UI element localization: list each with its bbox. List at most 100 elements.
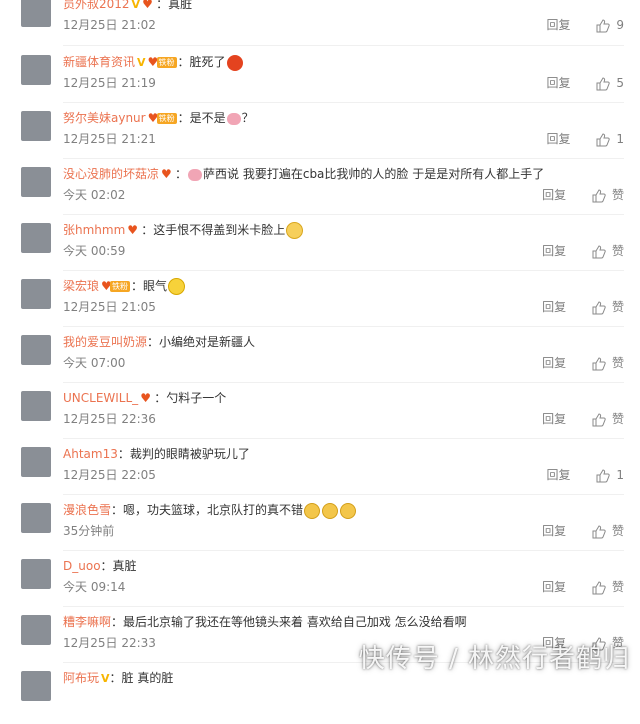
username-link[interactable]: 我的爱豆叫奶源 xyxy=(63,335,147,349)
divider xyxy=(63,45,624,46)
like-button[interactable]: 赞 xyxy=(592,186,624,204)
comment-item: 新疆体育资讯 V ♥ 铁粉 ：脏死了 12月25日 21:19 回复 5 xyxy=(0,52,640,108)
comment-line: D_uoo：真脏 xyxy=(63,556,137,576)
verified-badge: V xyxy=(131,0,141,11)
reply-button[interactable]: 回复 xyxy=(542,522,566,540)
avatar[interactable] xyxy=(21,391,51,421)
avatar[interactable] xyxy=(21,615,51,645)
timestamp: 12月25日 21:21 xyxy=(63,132,156,146)
reply-button[interactable]: 回复 xyxy=(542,186,566,204)
cry-laugh-emoji-icon xyxy=(322,502,339,519)
comment-text: ：真脏 xyxy=(100,559,137,573)
comment-item: 没心没肺的坏菇凉 ♥： 萨西说 我要打遍在cba比我帅的人的脸 于是是对所有人都上手… xyxy=(0,164,640,220)
like-button[interactable]: 赞 xyxy=(592,578,624,596)
avatar[interactable] xyxy=(21,167,51,197)
reply-button[interactable]: 回复 xyxy=(547,16,571,34)
username-link[interactable]: 努尔美妹aynur xyxy=(63,111,146,125)
smile-emoji-icon xyxy=(168,278,186,295)
comment-text-after: ？ xyxy=(241,111,254,125)
thumb-up-icon xyxy=(596,18,611,32)
avatar[interactable] xyxy=(21,671,51,701)
like-button[interactable]: 赞 xyxy=(592,242,624,260)
avatar[interactable] xyxy=(21,559,51,589)
timestamp: 12月25日 21:05 xyxy=(63,300,156,314)
like-label: 赞 xyxy=(611,188,624,202)
like-count: 1 xyxy=(616,468,624,482)
timestamp: 今天 02:02 xyxy=(63,188,126,202)
username-link[interactable]: D_uoo xyxy=(63,559,101,573)
reply-button[interactable]: 回复 xyxy=(547,74,571,92)
like-button[interactable]: 赞 xyxy=(592,298,624,316)
comment-text: ：这手恨不得盖到米卡脸上 xyxy=(141,223,286,237)
comment-text: ：是不是 xyxy=(177,111,226,125)
divider xyxy=(63,270,624,271)
like-button[interactable]: 1 xyxy=(596,466,624,484)
timestamp: 12月25日 21:02 xyxy=(63,18,156,32)
thumb-up-icon xyxy=(592,244,606,258)
like-button[interactable]: 5 xyxy=(596,74,624,92)
avatar[interactable] xyxy=(21,503,51,533)
thumb-up-icon xyxy=(596,76,611,90)
reply-button[interactable]: 回复 xyxy=(542,410,566,428)
timestamp: 12月25日 21:19 xyxy=(63,76,156,90)
avatar[interactable] xyxy=(21,0,51,27)
comment-item: 努尔美妹aynur ♥ 铁粉 ：是不是 ？ 12月25日 21:21 回复 1 xyxy=(0,108,640,164)
comment-line: 我的爱豆叫奶源：小编绝对是新疆人 xyxy=(63,332,255,352)
comment-item: 我的爱豆叫奶源：小编绝对是新疆人 今天 07:00 回复 赞 xyxy=(0,332,640,388)
fan-heart-icon: ♥ xyxy=(127,223,139,237)
comment-line: 梁宏琅 ♥ 铁粉 ：眼气 xyxy=(63,276,186,296)
reply-button[interactable]: 回复 xyxy=(542,578,566,596)
reply-button[interactable]: 回复 xyxy=(547,130,571,148)
username-link[interactable]: 梁宏琅 xyxy=(63,279,99,293)
username-link[interactable]: 阿布玩 xyxy=(63,671,99,685)
avatar[interactable] xyxy=(21,111,51,141)
comment-text: ：脏死了 xyxy=(177,55,226,69)
comment-item: 漫浪色雪：嗯，功夫篮球，北京队打的真不错 35分钟前 回复 赞 xyxy=(0,500,640,556)
divider xyxy=(63,550,624,551)
divider xyxy=(63,494,624,495)
username-link[interactable]: 没心没肺的坏菇凉 xyxy=(63,167,159,181)
username-link[interactable]: 漫浪色雪 xyxy=(63,503,111,517)
avatar[interactable] xyxy=(21,279,51,309)
avatar[interactable] xyxy=(21,447,51,477)
comment-text: ：小编绝对是新疆人 xyxy=(147,335,256,349)
reply-button[interactable]: 回复 xyxy=(547,466,571,484)
like-button[interactable]: 赞 xyxy=(592,410,624,428)
like-label: 赞 xyxy=(611,356,624,370)
comment-item: 张hmhmm ♥ ：这手恨不得盖到米卡脸上 今天 00:59 回复 赞 xyxy=(0,220,640,276)
avatar[interactable] xyxy=(21,223,51,253)
fan-badge: ♥ 铁粉 xyxy=(147,111,177,125)
thumb-up-icon xyxy=(592,300,606,314)
like-button[interactable]: 9 xyxy=(596,16,624,34)
username-link[interactable]: Ahtam13 xyxy=(63,447,118,461)
username-link[interactable]: UNCLEWILL_ xyxy=(63,391,138,405)
like-button[interactable]: 1 xyxy=(596,130,624,148)
reply-button[interactable]: 回复 xyxy=(542,354,566,372)
username-link[interactable]: 员外叔2012 xyxy=(63,0,130,11)
timestamp: 今天 00:59 xyxy=(63,244,126,258)
divider xyxy=(63,326,624,327)
avatar[interactable] xyxy=(21,55,51,85)
timestamp: 12月25日 22:36 xyxy=(63,412,156,426)
like-label: 赞 xyxy=(611,300,624,314)
drool-emoji-icon xyxy=(286,222,304,239)
cry-laugh-emoji-icon xyxy=(340,502,357,519)
comment-line: 糟李嘛啊：最后北京输了我还在等他镜头来着 喜欢给自己加戏 怎么没给看啊 xyxy=(63,612,467,632)
avatar[interactable] xyxy=(21,335,51,365)
username-link[interactable]: 糟李嘛啊 xyxy=(63,615,111,629)
like-count: 5 xyxy=(616,76,624,90)
like-button[interactable]: 赞 xyxy=(592,522,624,540)
reply-button[interactable]: 回复 xyxy=(542,298,566,316)
verified-badge: V xyxy=(137,56,146,69)
thumb-up-icon xyxy=(596,132,611,146)
divider xyxy=(63,102,624,103)
username-link[interactable]: 张hmhmm xyxy=(63,223,125,237)
reply-button[interactable]: 回复 xyxy=(542,242,566,260)
comment-text: ：脏 真的脏 xyxy=(109,671,174,685)
like-count: 1 xyxy=(616,132,624,146)
username-link[interactable]: 新疆体育资讯 xyxy=(63,55,135,69)
comment-text: ： xyxy=(175,167,188,181)
timestamp: 今天 07:00 xyxy=(63,356,126,370)
comment-text: ：最后北京输了我还在等他镜头来着 喜欢给自己加戏 怎么没给看啊 xyxy=(111,615,467,629)
like-button[interactable]: 赞 xyxy=(592,354,624,372)
